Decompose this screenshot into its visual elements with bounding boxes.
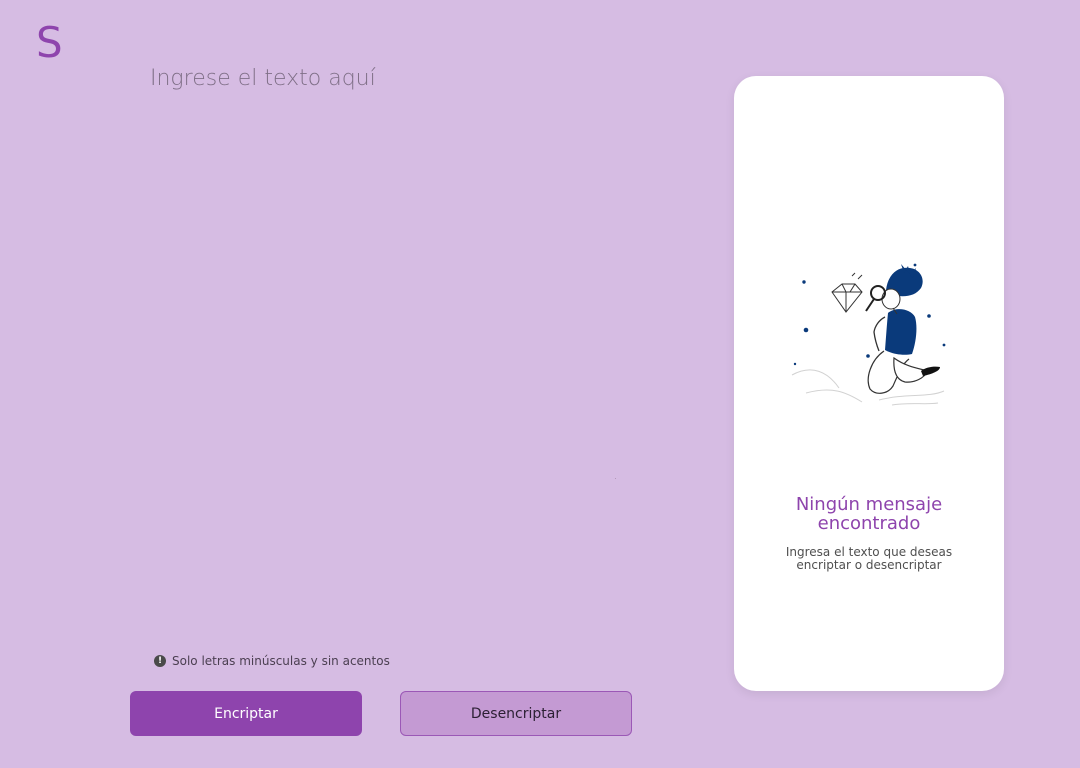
output-panel: Ningún mensaje encontrado Ingresa el tex… [734, 76, 1004, 691]
message-input[interactable] [150, 66, 650, 626]
empty-state-subtitle: Ingresa el texto que deseas encriptar o … [785, 545, 953, 572]
empty-state-title: Ningún mensaje encontrado [795, 494, 943, 534]
encrypt-button[interactable]: Encriptar [130, 691, 362, 736]
app-logo: S [36, 18, 63, 67]
hint-text: Solo letras minúsculas y sin acentos [172, 654, 390, 668]
exclamation-circle-icon: ! [154, 655, 166, 667]
decorative-dot [615, 478, 616, 479]
person-searching-diamond-illustration [791, 263, 946, 406]
decrypt-button[interactable]: Desencriptar [400, 691, 632, 736]
input-hint: ! Solo letras minúsculas y sin acentos [154, 654, 390, 668]
